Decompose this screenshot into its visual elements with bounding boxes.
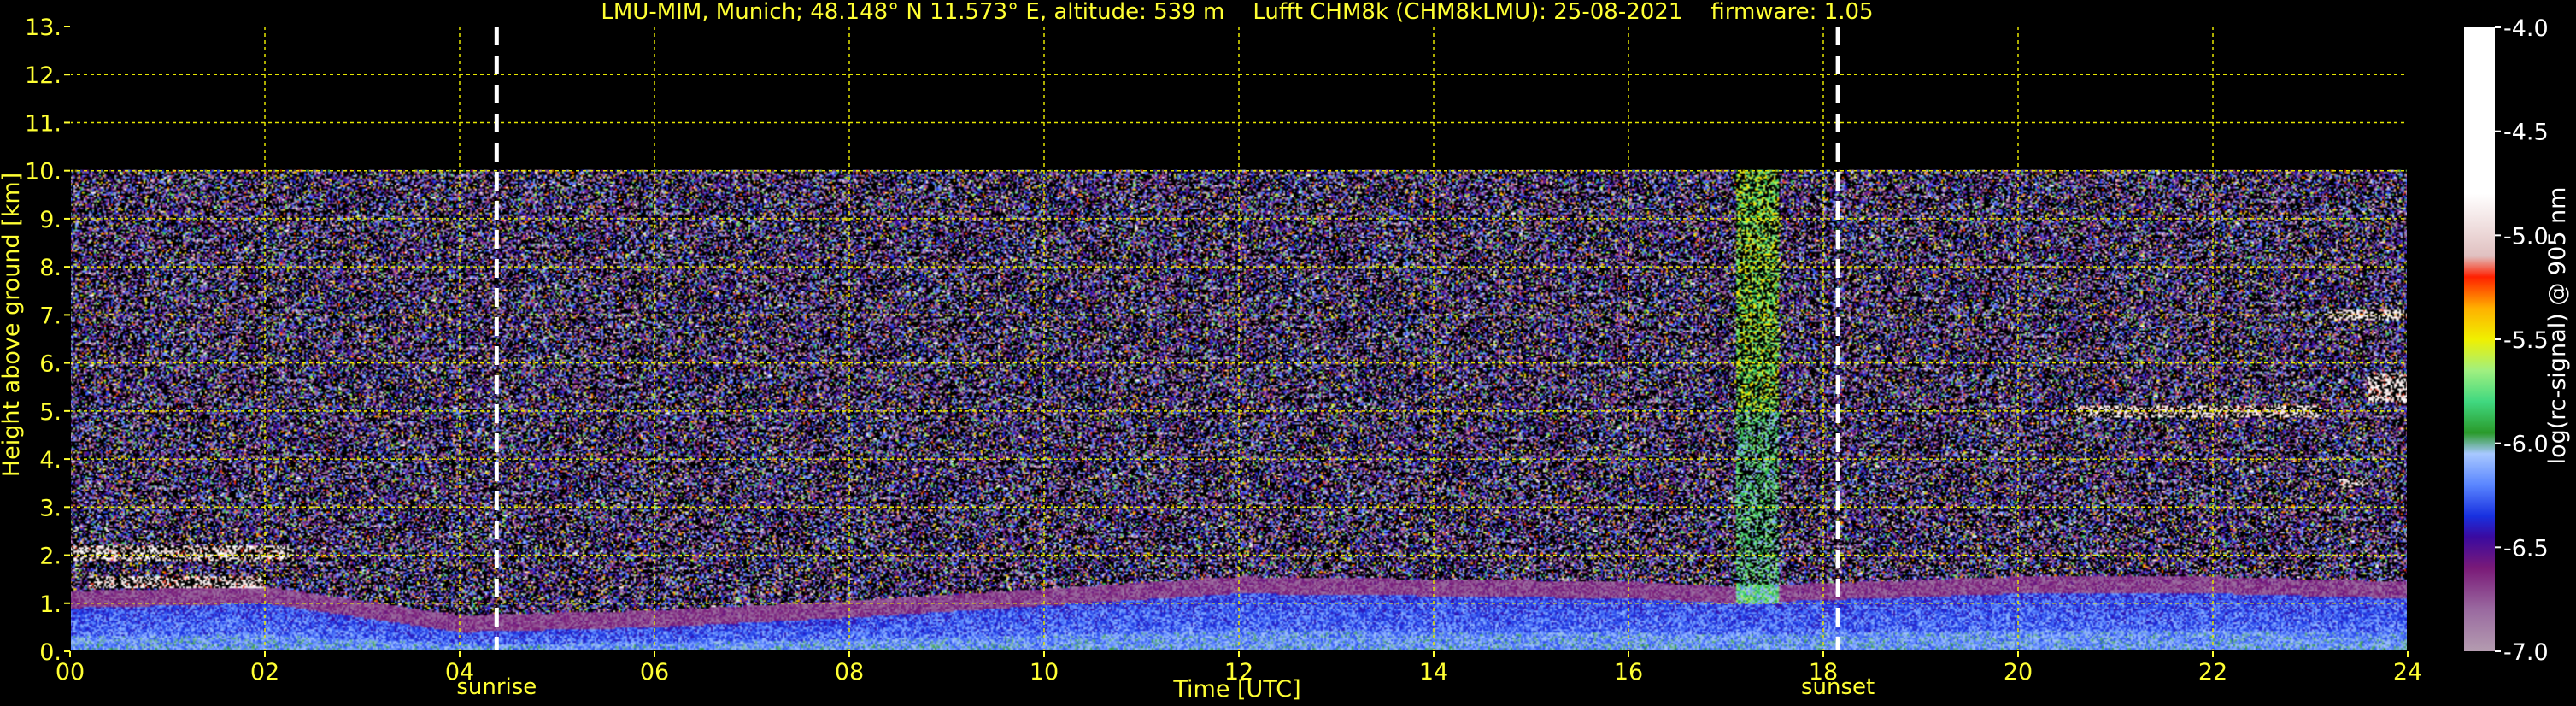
y-tick-label: 13. xyxy=(25,15,62,41)
y-tick-label: 1. xyxy=(39,591,62,618)
y-tick-label: 4. xyxy=(39,447,62,474)
y-tick-label: 10. xyxy=(25,159,62,185)
x-tick-label: 10 xyxy=(1030,659,1059,685)
y-tick-label: 2. xyxy=(39,544,62,570)
x-tick-label: 14 xyxy=(1419,659,1448,685)
ceilometer-figure: sunrise sunset 00 02 04 06 08 10 12 14 16 18 20 22 24… xyxy=(0,0,2576,706)
chart-title: LMU-MIM, Munich; 48.148° N 11.573° E, al… xyxy=(601,0,1873,25)
y-tick-label: 7. xyxy=(39,303,62,329)
x-tick-label: 06 xyxy=(640,659,669,685)
y-tick-label: 0. xyxy=(39,639,62,666)
y-tick-label: 11. xyxy=(25,110,62,137)
y-tick-label: 5. xyxy=(39,399,62,426)
colorbar-scale xyxy=(2464,27,2495,651)
colorbar-tick-label: -5.0 xyxy=(2503,223,2549,250)
colorbar-tick-label: -6.0 xyxy=(2503,432,2549,458)
y-axis-label: Height above ground [km] xyxy=(0,173,25,477)
x-tick-label: 08 xyxy=(835,659,864,685)
colorbar-tick-label: -5.5 xyxy=(2503,327,2549,354)
x-tick-label: 04 xyxy=(445,659,474,685)
x-tick-label: 24 xyxy=(2393,659,2422,685)
y-tick-label: 6. xyxy=(39,351,62,378)
y-tick-label: 12. xyxy=(25,62,62,89)
x-tick-label: 16 xyxy=(1614,659,1643,685)
colorbar-tick-label: -7.0 xyxy=(2503,639,2549,666)
colorbar-label: log(rc-signal) @ 905 nm xyxy=(2544,187,2571,465)
colorbar-tick-label: -6.5 xyxy=(2503,535,2549,562)
x-tick-label: 20 xyxy=(2004,659,2033,685)
y-tick-label: 9. xyxy=(39,207,62,233)
plot-area xyxy=(70,26,2408,651)
x-tick-label: 18 xyxy=(1809,659,1838,685)
x-axis-label: Time [UTC] xyxy=(1172,676,1300,703)
backscatter-heatmap xyxy=(70,26,2408,651)
y-tick-label: 3. xyxy=(39,495,62,521)
colorbar-tick-label: -4.5 xyxy=(2503,120,2549,146)
x-tick-label: 22 xyxy=(2198,659,2227,685)
x-tick-label: 02 xyxy=(250,659,279,685)
y-tick-label: 8. xyxy=(39,255,62,281)
colorbar-tick-label: -4.0 xyxy=(2503,15,2549,42)
